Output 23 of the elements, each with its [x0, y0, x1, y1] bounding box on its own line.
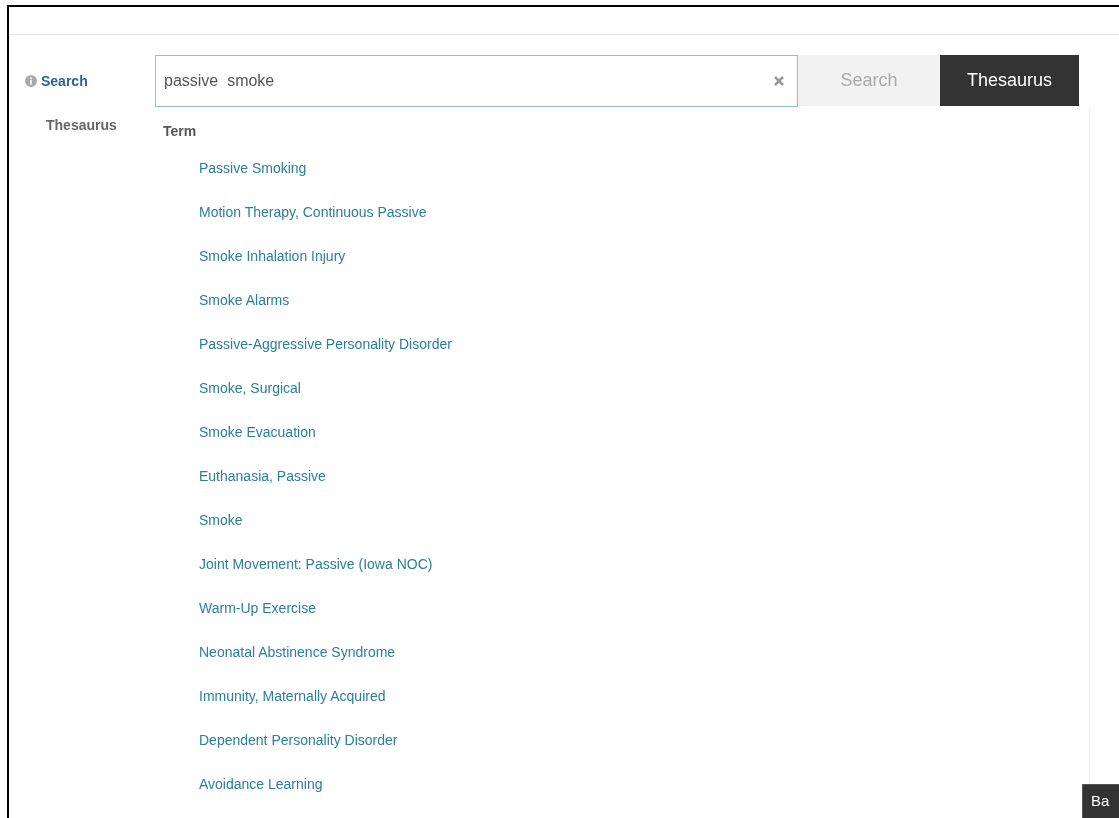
search-label[interactable]: Search: [41, 70, 88, 92]
term-link[interactable]: Avoidance Learning: [163, 774, 323, 818]
term-link[interactable]: Passive Smoking: [163, 158, 307, 202]
term-link[interactable]: Immunity, Maternally Acquired: [163, 686, 386, 730]
thesaurus-button[interactable]: Thesaurus: [940, 55, 1079, 106]
term-link[interactable]: Smoke Inhalation Injury: [163, 246, 346, 290]
info-icon: [25, 75, 37, 87]
term-link[interactable]: Joint Movement: Passive (Iowa NOC): [163, 554, 433, 598]
term-link[interactable]: Smoke, Surgical: [163, 378, 301, 422]
term-link[interactable]: Smoke Evacuation: [163, 422, 316, 466]
term-header: Term: [163, 122, 198, 141]
search-field[interactable]: passive smoke: [155, 55, 798, 107]
term-link[interactable]: Motion Therapy, Continuous Passive: [163, 202, 427, 246]
term-link[interactable]: Euthanasia, Passive: [163, 466, 326, 510]
back-button[interactable]: Ba: [1082, 784, 1119, 818]
term-link[interactable]: Warm-Up Exercise: [163, 598, 316, 642]
term-link[interactable]: Smoke: [163, 510, 243, 554]
clear-icon[interactable]: [774, 76, 784, 86]
term-link[interactable]: Neonatal Abstinence Syndrome: [163, 642, 396, 686]
term-link[interactable]: Dependent Personality Disorder: [163, 730, 398, 774]
thesaurus-label[interactable]: Thesaurus: [9, 115, 155, 136]
term-link[interactable]: Passive-Aggressive Personality Disorder: [163, 334, 452, 378]
term-link[interactable]: Smoke Alarms: [163, 290, 290, 334]
